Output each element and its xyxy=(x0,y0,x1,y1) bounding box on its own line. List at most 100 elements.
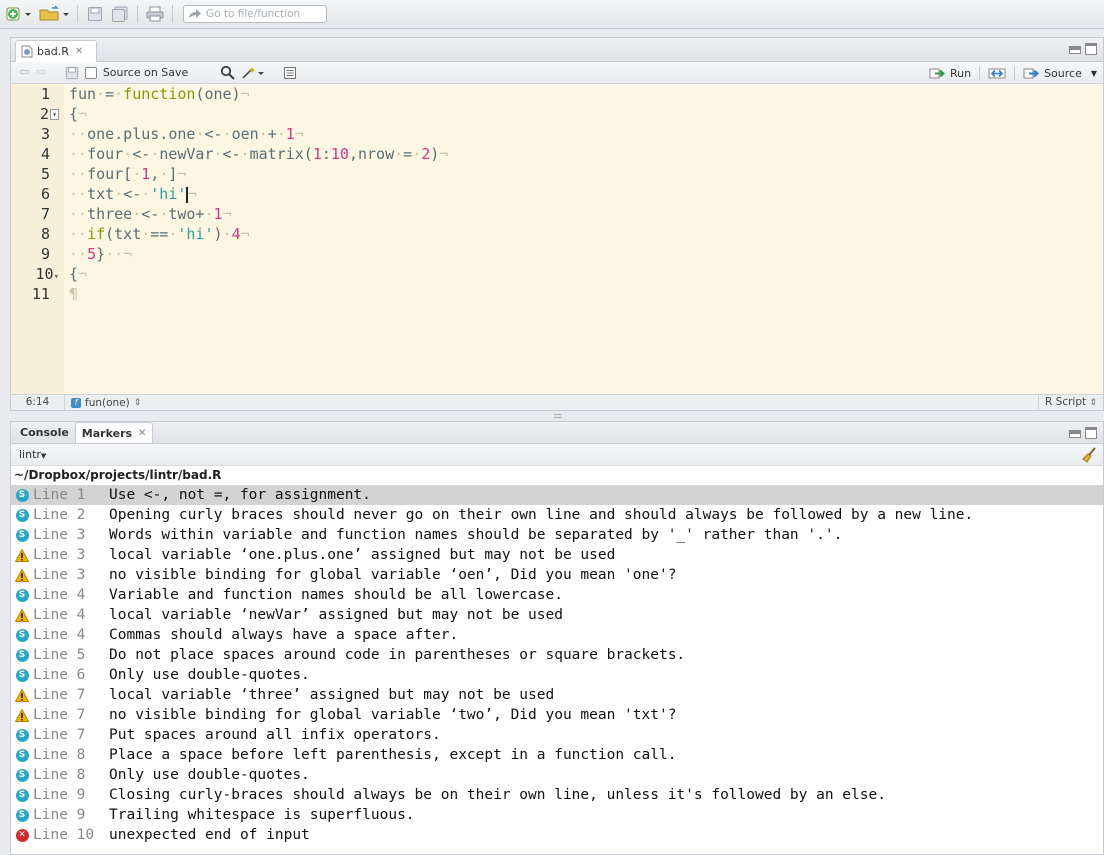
style-info-icon: S xyxy=(15,648,29,662)
marker-row[interactable]: Line 3 no visible binding for global vari… xyxy=(11,565,1103,585)
rerun-icon xyxy=(988,68,1006,78)
maximize-pane-icon[interactable] xyxy=(1085,427,1097,439)
tab-console-label: Console xyxy=(20,426,69,439)
marker-row[interactable]: Line 4 local variable ‘newVar’ assigned b… xyxy=(11,605,1103,625)
save-all-icon xyxy=(112,6,128,22)
marker-line: Line 1 xyxy=(33,487,86,503)
warning-icon xyxy=(15,548,29,562)
back-arrow-icon[interactable]: ⇦ xyxy=(19,65,30,80)
code-line: ¶ xyxy=(69,285,79,303)
tab-bad-r[interactable]: bad.R ✕ xyxy=(15,40,97,62)
editor-pane: bad.R ✕ ⇦ ⇨ Source on Save Run Source ▼ … xyxy=(10,37,1104,411)
toolbar-separator xyxy=(77,5,78,23)
save-all-button[interactable] xyxy=(109,3,131,25)
marker-message: Variable and function names should be al… xyxy=(109,587,563,603)
marker-row[interactable]: Line 7 no visible binding for global vari… xyxy=(11,705,1103,725)
cursor-position: 6:14 xyxy=(11,394,65,411)
main-toolbar: Go to file/function xyxy=(0,0,1104,29)
document-outline-icon[interactable] xyxy=(283,66,297,80)
marker-message: unexpected end of input xyxy=(109,827,310,843)
marker-line: Line 4 xyxy=(33,627,86,643)
marker-message: Put spaces around all infix operators. xyxy=(109,727,441,743)
print-button[interactable] xyxy=(144,3,166,25)
source-button[interactable]: Source ▼ xyxy=(1023,64,1097,82)
clear-markers-broom-icon[interactable] xyxy=(1081,447,1097,466)
style-info-icon: S xyxy=(15,748,29,762)
rerun-button[interactable] xyxy=(988,64,1006,82)
marker-row[interactable]: S Line 4 Commas should always have a space… xyxy=(11,625,1103,645)
style-info-icon: S xyxy=(15,628,29,642)
marker-row[interactable]: S Line 9 Closing curly-braces should alway… xyxy=(11,785,1103,805)
code-line: fun·=·function(one)¬ xyxy=(69,85,250,103)
run-button[interactable]: Run xyxy=(929,64,971,82)
fold-arrow-icon[interactable]: ▾ xyxy=(54,272,59,282)
marker-row[interactable]: S Line 3 Words within variable and functio… xyxy=(11,525,1103,545)
tab-close-icon[interactable]: ✕ xyxy=(138,428,146,439)
pane-splitter[interactable] xyxy=(10,411,1104,421)
marker-row[interactable]: S Line 9 Trailing whitespace is superfluou… xyxy=(11,805,1103,825)
magic-wand-icon[interactable] xyxy=(241,65,265,80)
chevron-down-icon[interactable]: ▼ xyxy=(1091,69,1097,78)
marker-message: Commas should always have a space after. xyxy=(109,627,459,643)
marker-row[interactable]: S Line 5 Do not place spaces around code i… xyxy=(11,645,1103,665)
editor-status-bar: 6:14 f fun(one) ⇕ R Script ⇕ xyxy=(11,394,1103,411)
open-file-button[interactable] xyxy=(37,3,71,25)
splitter-grip-icon[interactable] xyxy=(554,414,562,418)
line-number: 8 xyxy=(40,225,50,243)
warning-icon xyxy=(15,568,29,582)
style-info-icon: S xyxy=(15,508,29,522)
code-line: ··three·<-·two+·1¬ xyxy=(69,205,232,223)
tab-label: bad.R xyxy=(37,45,69,58)
marker-row[interactable]: S Line 1 Use <-, not =, for assignment. xyxy=(11,485,1103,505)
marker-file-path: ~/Dropbox/projects/lintr/bad.R xyxy=(14,468,222,482)
marker-row[interactable]: S Line 4 Variable and function names shoul… xyxy=(11,585,1103,605)
marker-line: Line 4 xyxy=(33,607,86,623)
marker-row[interactable]: S Line 8 Only use double-quotes. xyxy=(11,765,1103,785)
maximize-pane-icon[interactable] xyxy=(1085,43,1097,55)
marker-row[interactable]: S Line 8 Place a space before left parenth… xyxy=(11,745,1103,765)
tab-markers[interactable]: Markers ✕ xyxy=(74,422,154,443)
marker-row[interactable]: S Line 2 Opening curly braces should never… xyxy=(11,505,1103,525)
marker-source-dropdown[interactable]: lintr▼ xyxy=(19,448,46,461)
goto-file-function-input[interactable]: Go to file/function xyxy=(183,5,327,23)
marker-line: Line 4 xyxy=(33,587,86,603)
code-line: ··one.plus.one·<-·oen·+·1¬ xyxy=(69,125,304,143)
marker-row[interactable]: Line 3 local variable ‘one.plus.one’ assi… xyxy=(11,545,1103,565)
editor-window-controls xyxy=(1069,43,1097,55)
marker-message: local variable ‘one.plus.one’ assigned b… xyxy=(109,547,616,563)
tab-close-icon[interactable]: ✕ xyxy=(75,46,83,57)
save-button[interactable] xyxy=(84,3,106,25)
marker-message: Do not place spaces around code in paren… xyxy=(109,647,686,663)
line-number: 7 xyxy=(40,205,50,223)
code-line: {¬ xyxy=(69,105,88,123)
marker-row[interactable]: ✕ Line 10 unexpected end of input xyxy=(11,825,1103,845)
file-type-label: R Script xyxy=(1045,396,1087,408)
goto-placeholder: Go to file/function xyxy=(206,8,301,20)
console-markers-pane: Console Markers ✕ lintr▼ ~/Dropbox/proje… xyxy=(10,421,1104,855)
new-file-button[interactable] xyxy=(4,3,34,25)
forward-arrow-icon[interactable]: ⇨ xyxy=(36,65,47,80)
marker-row[interactable]: Line 7 local variable ‘three’ assigned bu… xyxy=(11,685,1103,705)
marker-row[interactable]: S Line 7 Put spaces around all infix opera… xyxy=(11,725,1103,745)
source-on-save-checkbox[interactable] xyxy=(84,66,97,79)
search-icon[interactable] xyxy=(220,65,236,80)
marker-row[interactable]: S Line 6 Only use double-quotes. xyxy=(11,665,1103,685)
fold-toggle-icon[interactable]: ▾ xyxy=(50,109,59,120)
minimize-pane-icon[interactable] xyxy=(1069,430,1081,438)
run-label: Run xyxy=(949,66,972,80)
marker-message: Words within variable and function names… xyxy=(109,527,843,543)
style-info-icon: S xyxy=(15,588,29,602)
tab-console[interactable]: Console xyxy=(14,422,75,443)
markers-list: S Line 1 Use <-, not =, for assignment. S Li… xyxy=(11,485,1103,845)
marker-line: Line 8 xyxy=(33,767,86,783)
scope-selector[interactable]: f fun(one) ⇕ xyxy=(65,397,141,409)
style-info-icon: S xyxy=(15,488,29,502)
folder-open-icon xyxy=(39,6,69,21)
code-line: ··four·<-·newVar·<-·matrix(1:10,nrow·=·2… xyxy=(69,145,449,163)
code-editor[interactable]: 1 2 ▾ 3 4 5 6 7 8 9 10▾ 11 fun·=·function… xyxy=(11,84,1103,396)
file-type-selector[interactable]: R Script ⇕ xyxy=(1038,395,1103,410)
minimize-pane-icon[interactable] xyxy=(1069,46,1081,54)
save-icon[interactable] xyxy=(65,66,79,80)
marker-message: Use <-, not =, for assignment. xyxy=(109,487,371,503)
line-number: 4 xyxy=(40,145,50,163)
